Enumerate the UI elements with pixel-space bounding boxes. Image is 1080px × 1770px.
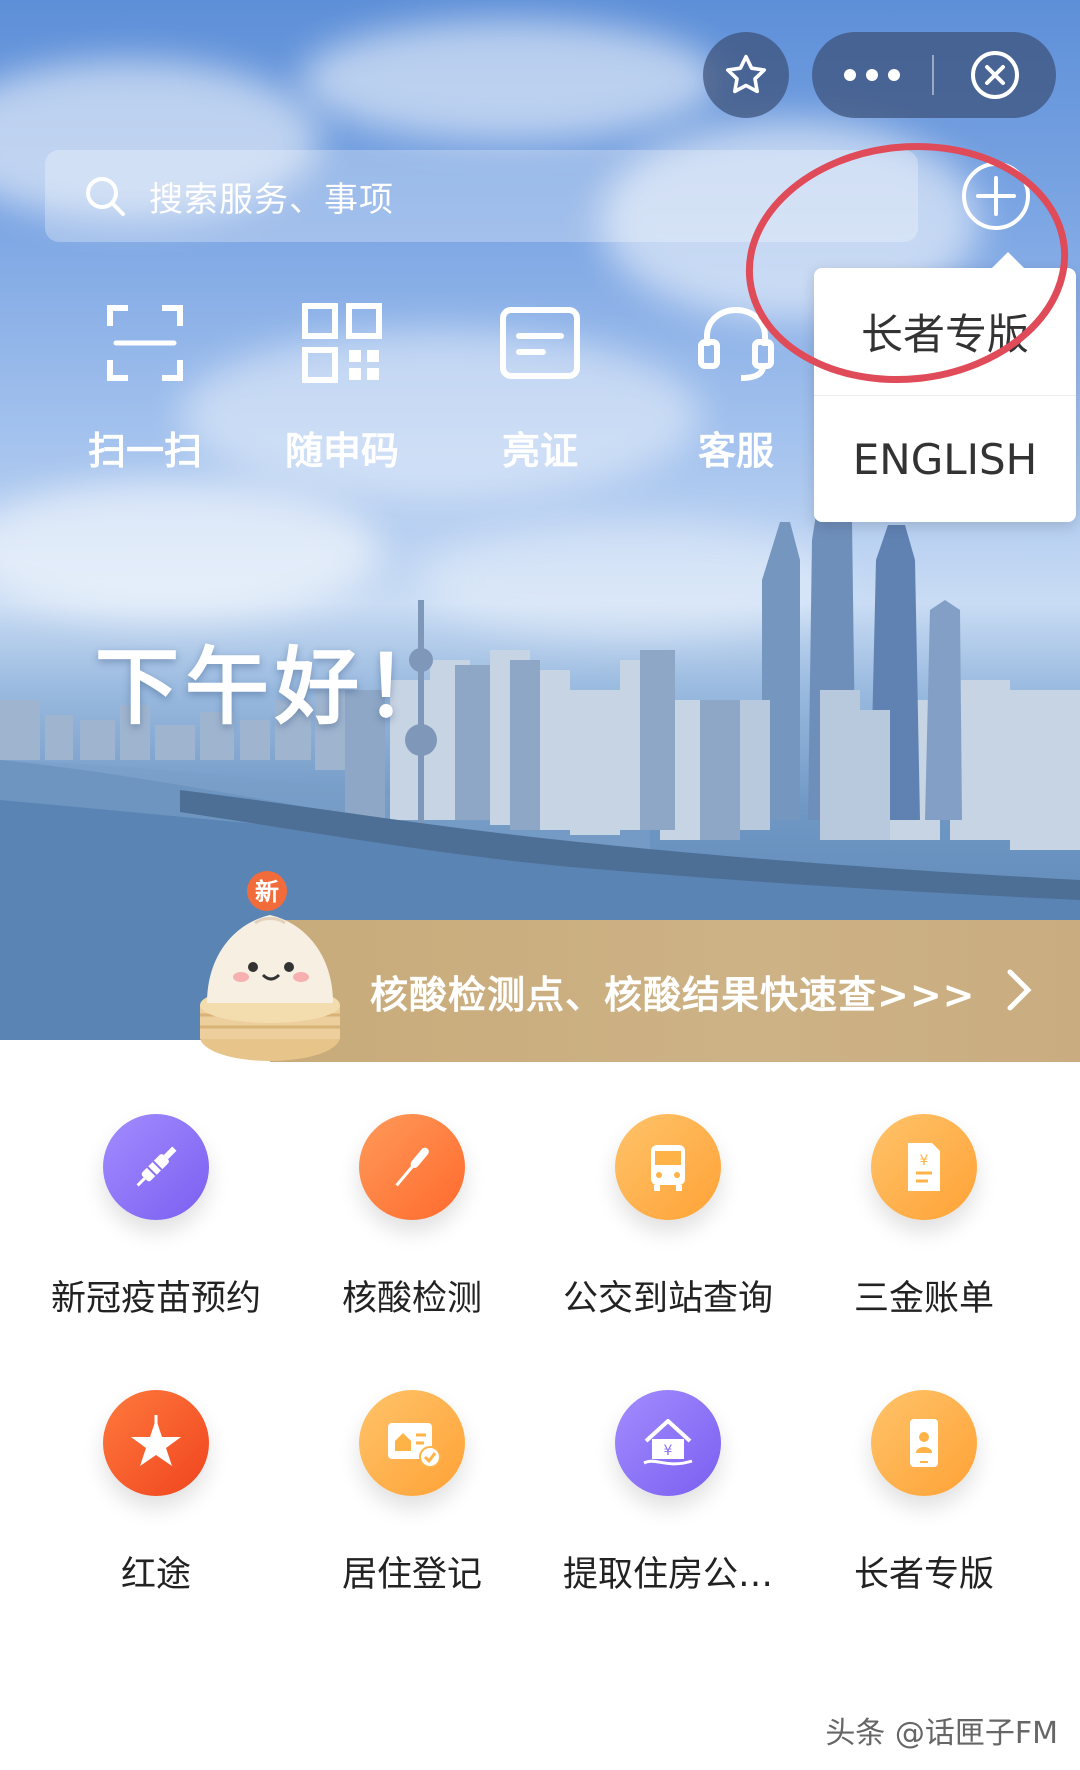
quick-action-qr-code[interactable]: 随申码: [242, 300, 442, 475]
close-button[interactable]: [934, 32, 1056, 118]
service-icon-bg: [615, 1114, 721, 1220]
service-label: 居住登记: [341, 1555, 482, 1595]
swab-icon: [395, 1147, 429, 1187]
syringe-icon: [136, 1146, 177, 1187]
svg-text:¥: ¥: [920, 1153, 929, 1169]
service-icon-bg: [871, 1390, 977, 1496]
service-label: 核酸检测: [341, 1279, 482, 1319]
scan-icon: [107, 305, 183, 381]
quick-action-label: 扫一扫: [87, 429, 202, 473]
service-vaccine-booking[interactable]: 新冠疫苗预约: [28, 1114, 284, 1321]
red-star-flag-icon: [131, 1415, 181, 1466]
service-nucleic-test[interactable]: 核酸检测: [284, 1114, 540, 1321]
watermark: 头条 @话匣子FM: [825, 1716, 1058, 1751]
house-fund-icon: ¥: [643, 1419, 693, 1466]
service-bus-arrival[interactable]: 公交到站查询: [540, 1114, 796, 1321]
service-label: 长者专版: [853, 1555, 994, 1595]
service-icon-bg: [103, 1114, 209, 1220]
service-label: 提取住房公…: [562, 1555, 773, 1595]
service-icon-bg: ¥: [871, 1114, 977, 1220]
service-icon-bg: ¥: [615, 1390, 721, 1496]
mini-app-capsule: [812, 32, 1056, 118]
bus-icon: [651, 1145, 685, 1191]
highlight-circle: [745, 142, 1069, 384]
qr-code-icon: [302, 303, 382, 383]
menu-item-english[interactable]: ENGLISH: [814, 395, 1076, 523]
new-badge: 新: [255, 878, 279, 906]
service-three-funds-bill[interactable]: ¥ 三金账单: [796, 1114, 1052, 1321]
service-label: 三金账单: [853, 1279, 994, 1319]
quick-action-label: 随申码: [284, 429, 399, 473]
dumpling-mascot: 新: [200, 871, 340, 1061]
service-housing-fund[interactable]: ¥ 提取住房公…: [540, 1390, 796, 1597]
search-placeholder: 搜索服务、事项: [149, 179, 394, 220]
service-icon-bg: [359, 1390, 465, 1496]
service-label: 公交到站查询: [562, 1279, 773, 1319]
quick-action-show-id[interactable]: 亮证: [440, 300, 640, 475]
quick-action-label: 客服: [697, 429, 774, 473]
bill-icon: ¥: [908, 1143, 940, 1191]
elder-phone-icon: [910, 1419, 938, 1467]
svg-text:¥: ¥: [664, 1443, 673, 1459]
service-icon-bg: [359, 1114, 465, 1220]
service-residence-registration[interactable]: 居住登记: [284, 1390, 540, 1597]
star-icon: [726, 54, 766, 94]
greeting-text: 下午好！: [95, 638, 456, 736]
chevron-right-icon: [1007, 969, 1032, 1011]
more-dots-icon: [844, 69, 900, 81]
service-label: 红途: [120, 1555, 191, 1595]
nucleic-test-banner[interactable]: 核酸检测点、核酸结果快速查>>>: [270, 920, 1080, 1062]
residence-card-icon: [388, 1423, 441, 1468]
service-label: 新冠疫苗预约: [50, 1279, 261, 1319]
quick-action-scan[interactable]: 扫一扫: [45, 300, 245, 475]
service-icon-bg: [103, 1390, 209, 1496]
search-icon: [86, 177, 125, 216]
banner-text: 核酸检测点、核酸结果快速查>>>: [370, 973, 976, 1017]
service-red-route[interactable]: 红途: [28, 1390, 284, 1597]
quick-action-label: 亮证: [501, 429, 578, 473]
more-button[interactable]: [812, 32, 932, 118]
favorite-button[interactable]: [703, 32, 789, 118]
close-circle-icon: [971, 51, 1019, 99]
service-elder-mode[interactable]: 长者专版: [796, 1390, 1052, 1597]
card-icon: [500, 307, 580, 379]
